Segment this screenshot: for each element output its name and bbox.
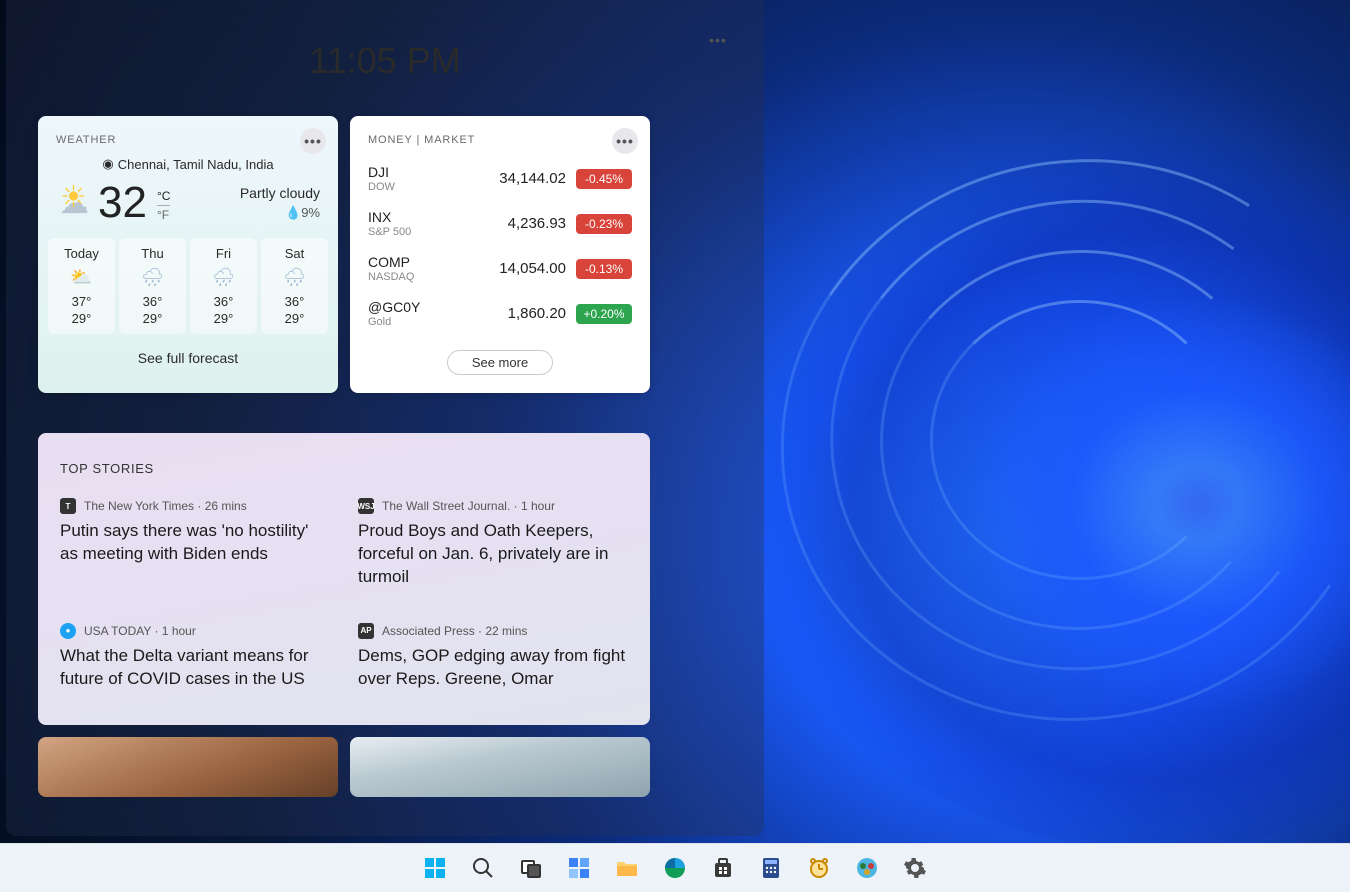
top-stories-widget: TOP STORIES T The New York Times · 26 mi… bbox=[38, 433, 650, 725]
taskbar-edge-button[interactable] bbox=[655, 848, 695, 888]
story-headline: What the Delta variant means for future … bbox=[60, 645, 330, 691]
more-icon: ••• bbox=[304, 133, 322, 149]
market-symbol: DJI bbox=[368, 164, 499, 180]
market-symbol: COMP bbox=[368, 254, 499, 270]
forecast-high: 36° bbox=[194, 294, 253, 309]
market-value: 34,144.02 bbox=[499, 170, 566, 187]
weather-humidity: 💧9% bbox=[240, 205, 320, 221]
weather-widget[interactable]: ••• WEATHER ◉ Chennai, Tamil Nadu, India… bbox=[38, 116, 338, 393]
news-image-card[interactable] bbox=[350, 737, 650, 797]
taskbar-start-button[interactable] bbox=[415, 848, 455, 888]
more-icon: ••• bbox=[616, 133, 634, 149]
weather-units[interactable]: °C °F bbox=[157, 185, 170, 222]
market-value: 1,860.20 bbox=[508, 305, 566, 322]
market-see-more-button[interactable]: See more bbox=[447, 350, 553, 375]
market-name: S&P 500 bbox=[368, 226, 508, 238]
panel-more-button[interactable]: ••• bbox=[704, 26, 732, 54]
story-source-icon: ● bbox=[60, 623, 76, 639]
story-source: The Wall Street Journal. · 1 hour bbox=[382, 499, 555, 513]
market-more-button[interactable]: ••• bbox=[612, 128, 638, 154]
forecast-day[interactable]: Sat 🌧 36° 29° bbox=[261, 238, 328, 334]
weather-more-button[interactable]: ••• bbox=[300, 128, 326, 154]
forecast-day-icon: ⛅ bbox=[52, 267, 111, 288]
market-title: MONEY | MARKET bbox=[350, 116, 650, 156]
widgets-panel: ••• 11:05 PM ••• WEATHER ◉ Chennai, Tami… bbox=[6, 0, 764, 836]
story-source-icon: T bbox=[60, 498, 76, 514]
story-headline: Dems, GOP edging away from fight over Re… bbox=[358, 645, 628, 691]
taskbar-task-view-button[interactable] bbox=[511, 848, 551, 888]
market-change: +0.20% bbox=[576, 304, 632, 324]
taskbar-search-button[interactable] bbox=[463, 848, 503, 888]
see-full-forecast-link[interactable]: See full forecast bbox=[38, 334, 338, 384]
market-value: 14,054.00 bbox=[499, 260, 566, 277]
story-source: USA TODAY · 1 hour bbox=[84, 624, 196, 638]
forecast-day-name: Sat bbox=[265, 246, 324, 261]
weather-humidity-value: 9% bbox=[301, 205, 320, 220]
forecast-day-icon: 🌧 bbox=[265, 267, 324, 288]
weather-title: WEATHER bbox=[38, 116, 338, 156]
weather-temp: 32 bbox=[98, 178, 147, 228]
taskbar-snipping-tool-button[interactable] bbox=[847, 848, 887, 888]
weather-location-text: Chennai, Tamil Nadu, India bbox=[118, 157, 274, 172]
news-image-card[interactable] bbox=[38, 737, 338, 797]
forecast-high: 36° bbox=[123, 294, 182, 309]
drop-icon: 💧 bbox=[285, 205, 301, 220]
panel-time: 11:05 PM bbox=[38, 40, 732, 82]
market-row[interactable]: INX S&P 500 4,236.93 -0.23% bbox=[368, 201, 632, 246]
weather-location: ◉ Chennai, Tamil Nadu, India bbox=[38, 156, 338, 172]
forecast-day-icon: 🌧 bbox=[123, 267, 182, 288]
market-row[interactable]: COMP NASDAQ 14,054.00 -0.13% bbox=[368, 246, 632, 291]
taskbar-store-button[interactable] bbox=[703, 848, 743, 888]
forecast-low: 29° bbox=[52, 311, 111, 326]
unit-fahrenheit[interactable]: °F bbox=[157, 208, 170, 222]
forecast-day[interactable]: Fri 🌧 36° 29° bbox=[190, 238, 257, 334]
market-change: -0.13% bbox=[576, 259, 632, 279]
market-widget[interactable]: ••• MONEY | MARKET DJI DOW 34,144.02 -0.… bbox=[350, 116, 650, 393]
story-item[interactable]: ● USA TODAY · 1 hour What the Delta vari… bbox=[60, 623, 330, 691]
weather-condition-icon: ☀☁ bbox=[56, 186, 92, 221]
top-stories-title: TOP STORIES bbox=[60, 461, 628, 476]
forecast-day-name: Fri bbox=[194, 246, 253, 261]
taskbar-calculator-button[interactable] bbox=[751, 848, 791, 888]
forecast-high: 36° bbox=[265, 294, 324, 309]
weather-condition-text: Partly cloudy bbox=[240, 185, 320, 201]
market-row[interactable]: DJI DOW 34,144.02 -0.45% bbox=[368, 156, 632, 201]
taskbar bbox=[0, 843, 1350, 892]
more-icon: ••• bbox=[709, 32, 727, 48]
forecast-low: 29° bbox=[265, 311, 324, 326]
market-name: NASDAQ bbox=[368, 271, 499, 283]
story-item[interactable]: T The New York Times · 26 mins Putin say… bbox=[60, 498, 330, 589]
story-source-icon: AP bbox=[358, 623, 374, 639]
market-symbol: INX bbox=[368, 209, 508, 225]
story-item[interactable]: WSJ The Wall Street Journal. · 1 hour Pr… bbox=[358, 498, 628, 589]
market-name: Gold bbox=[368, 316, 508, 328]
unit-celsius[interactable]: °C bbox=[157, 189, 170, 206]
market-name: DOW bbox=[368, 181, 499, 193]
taskbar-file-explorer-button[interactable] bbox=[607, 848, 647, 888]
forecast-day-icon: 🌧 bbox=[194, 267, 253, 288]
forecast-day[interactable]: Thu 🌧 36° 29° bbox=[119, 238, 186, 334]
taskbar-widgets-button[interactable] bbox=[559, 848, 599, 888]
story-headline: Putin says there was 'no hostility' as m… bbox=[60, 520, 330, 566]
forecast-low: 29° bbox=[123, 311, 182, 326]
location-icon: ◉ bbox=[102, 156, 113, 172]
market-change: -0.45% bbox=[576, 169, 632, 189]
forecast-high: 37° bbox=[52, 294, 111, 309]
story-headline: Proud Boys and Oath Keepers, forceful on… bbox=[358, 520, 628, 589]
forecast-day[interactable]: Today ⛅ 37° 29° bbox=[48, 238, 115, 334]
taskbar-settings-button[interactable] bbox=[895, 848, 935, 888]
market-symbol: @GC0Y bbox=[368, 299, 508, 315]
story-source-icon: WSJ bbox=[358, 498, 374, 514]
forecast-day-name: Thu bbox=[123, 246, 182, 261]
forecast-low: 29° bbox=[194, 311, 253, 326]
story-source: The New York Times · 26 mins bbox=[84, 499, 247, 513]
market-change: -0.23% bbox=[576, 214, 632, 234]
story-item[interactable]: AP Associated Press · 22 mins Dems, GOP … bbox=[358, 623, 628, 691]
market-row[interactable]: @GC0Y Gold 1,860.20 +0.20% bbox=[368, 291, 632, 336]
market-value: 4,236.93 bbox=[508, 215, 566, 232]
story-source: Associated Press · 22 mins bbox=[382, 624, 527, 638]
taskbar-clock-button[interactable] bbox=[799, 848, 839, 888]
forecast-day-name: Today bbox=[52, 246, 111, 261]
